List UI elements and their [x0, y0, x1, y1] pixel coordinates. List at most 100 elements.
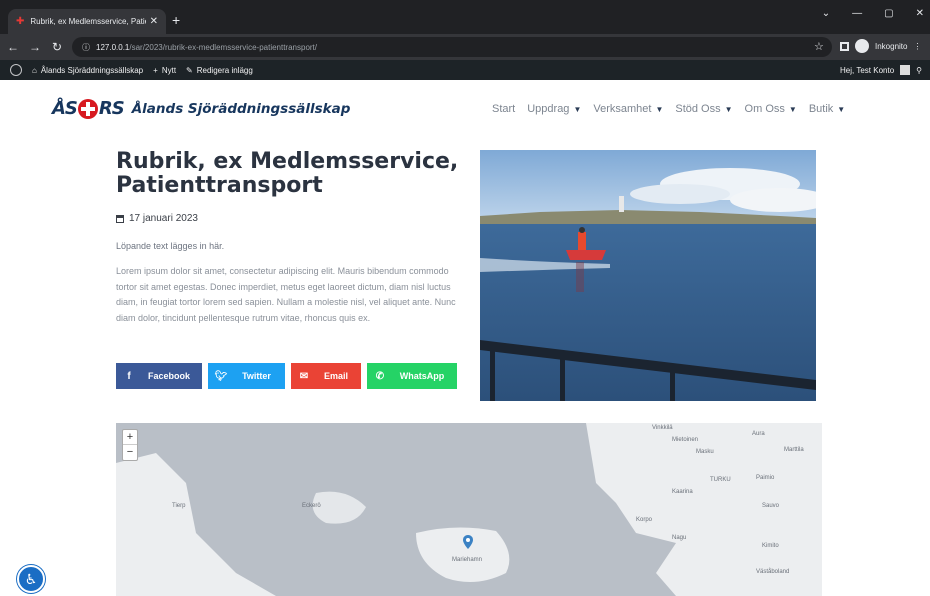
share-label: WhatsApp	[399, 371, 445, 381]
search-icon[interactable]: ⚲	[916, 66, 922, 75]
zoom-in-button[interactable]: +	[123, 430, 137, 445]
wp-site-name: Ålands Sjöräddningssällskap	[40, 65, 144, 75]
nav-item-stod-oss[interactable]: Stöd Oss ▼	[675, 103, 732, 115]
map-land	[116, 423, 822, 596]
browser-toolbar: ← → ↻ ⓘ 127.0.0.1/sar/2023/rubrik-ex-med…	[0, 34, 930, 60]
page-title: Rubrik, ex Medlemsservice, Patienttransp…	[116, 149, 459, 198]
calendar-icon	[116, 214, 124, 223]
rescue-boat-photo	[480, 150, 816, 401]
url-path: /sar/2023/rubrik-ex-medlemsservice-patie…	[129, 42, 318, 52]
nav-label: Om Oss	[744, 103, 785, 115]
nav-label: Uppdrag	[527, 103, 570, 115]
wp-site-item[interactable]: ⌂ Ålands Sjöräddningssällskap	[32, 66, 143, 75]
twitter-icon: 🐦︎	[214, 370, 228, 382]
nav-label: Stöd Oss	[675, 103, 721, 115]
accessibility-widget-button[interactable]: ♿︎	[17, 565, 45, 593]
logo-letters-right: RS	[98, 98, 125, 119]
accessibility-icon: ♿︎	[24, 571, 38, 587]
share-buttons: f Facebook 🐦︎ Twitter ✉ Email ✆ WhatsApp	[116, 363, 457, 389]
nav-label: Butik	[808, 103, 834, 115]
reload-icon[interactable]: ↻	[48, 40, 66, 54]
map-label: Väståboland	[756, 569, 790, 575]
incognito-icon	[855, 39, 869, 53]
share-facebook-button[interactable]: f Facebook	[116, 363, 202, 389]
map-zoom-control: + −	[122, 429, 138, 461]
site-logo[interactable]: ÅS RS Ålands Sjöräddningssällskap	[52, 98, 350, 119]
logo-site-name: Ålands Sjöräddningssällskap	[131, 100, 351, 117]
forward-icon[interactable]: →	[26, 40, 44, 54]
close-window-icon[interactable]: ✕	[916, 8, 924, 19]
red-cross-icon	[77, 98, 98, 119]
post-body: Lorem ipsum dolor sit amet, consectetur …	[116, 266, 456, 323]
nav-item-uppdrag[interactable]: Uppdrag ▼	[527, 103, 581, 115]
zoom-out-button[interactable]: −	[123, 445, 137, 460]
map-label: Korpo	[636, 517, 653, 523]
map[interactable]: + − Vinkkilä Mietoinen Aura Masku Martti…	[116, 423, 822, 596]
share-label: Email	[323, 371, 348, 381]
chevron-down-icon: ▼	[655, 104, 664, 114]
map-marker-icon[interactable]	[463, 535, 473, 549]
tab-title: Rubrik, ex Medlemsservice, Patie	[30, 17, 146, 26]
site-favicon-icon: ✚	[16, 16, 25, 27]
wp-edit-label: Redigera inlägg	[196, 65, 253, 75]
map-label: Tierp	[172, 503, 186, 509]
map-label: Nagu	[672, 535, 687, 541]
logo-letters-left: ÅS	[52, 98, 78, 119]
post-date: 17 januari 2023	[116, 213, 198, 224]
chevron-down-icon: ▼	[573, 104, 582, 114]
map-label: Sauvo	[762, 503, 780, 509]
share-email-button[interactable]: ✉ Email	[291, 363, 361, 389]
maximize-icon[interactable]: ▢	[884, 8, 893, 19]
nav-label: Verksamhet	[593, 103, 652, 115]
chevron-down-icon: ▼	[788, 104, 797, 114]
wordpress-icon	[10, 64, 22, 76]
address-bar[interactable]: ⓘ 127.0.0.1/sar/2023/rubrik-ex-medlemsse…	[72, 37, 832, 57]
whatsapp-icon: ✆	[375, 370, 385, 382]
nav-item-om-oss[interactable]: Om Oss ▼	[745, 103, 797, 115]
plus-icon: +	[153, 65, 158, 75]
post-lead: Löpande text lägges in här.	[116, 241, 225, 251]
tab-search-icon[interactable]: ⌄	[822, 8, 830, 19]
avatar	[900, 65, 911, 75]
nav-item-verksamhet[interactable]: Verksamhet ▼	[593, 103, 663, 115]
map-label: Kaarina	[672, 489, 693, 495]
new-tab-icon[interactable]: +	[172, 12, 180, 28]
wp-logo-item[interactable]	[10, 64, 22, 76]
map-label: TURKU	[710, 477, 731, 483]
nav-item-butik[interactable]: Butik ▼	[809, 103, 845, 115]
envelope-icon: ✉	[299, 370, 309, 382]
wp-admin-bar: ⌂ Ålands Sjöräddningssällskap + Nytt ✎ Redi…	[0, 60, 930, 80]
share-whatsapp-button[interactable]: ✆ WhatsApp	[367, 363, 457, 389]
wp-edit-item[interactable]: ✎ Redigera inlägg	[186, 66, 253, 75]
wp-new-item[interactable]: + Nytt	[153, 66, 176, 75]
main-nav: Start Uppdrag ▼ Verksamhet ▼ Stöd Oss ▼ Om …	[492, 103, 845, 115]
sidepanel-icon[interactable]	[840, 41, 849, 51]
pencil-icon: ✎	[186, 65, 193, 75]
wp-new-label: Nytt	[161, 65, 177, 75]
bookmark-star-icon[interactable]: ☆	[814, 40, 824, 53]
wp-account[interactable]: Hej, Test Konto ⚲	[840, 65, 922, 75]
facebook-icon: f	[127, 370, 131, 382]
wp-greeting: Hej, Test Konto	[840, 65, 895, 75]
window-controls: ⌄ — ▢ ✕	[822, 8, 924, 19]
browser-tab-bar: ✚ Rubrik, ex Medlemsservice, Patie ✕ + ⌄…	[0, 0, 930, 34]
menu-icon[interactable]: ⋮	[913, 42, 921, 51]
browser-tab[interactable]: ✚ Rubrik, ex Medlemsservice, Patie ✕	[8, 9, 166, 34]
map-label: Vinkkilä	[652, 425, 673, 431]
nav-item-start[interactable]: Start	[492, 103, 515, 115]
incognito-label[interactable]: Inkognito	[875, 42, 907, 51]
minimize-icon[interactable]: —	[852, 8, 862, 19]
url-host: 127.0.0.1	[96, 42, 130, 52]
share-twitter-button[interactable]: 🐦︎ Twitter	[208, 363, 285, 389]
nav-label: Start	[492, 103, 516, 115]
chevron-down-icon: ▼	[837, 104, 846, 114]
dashboard-icon: ⌂	[32, 65, 37, 75]
back-icon[interactable]: ←	[4, 40, 22, 54]
share-label: Twitter	[242, 371, 271, 381]
share-label: Facebook	[147, 371, 190, 381]
map-label: Marttila	[784, 447, 804, 453]
site-info-icon[interactable]: ⓘ	[82, 42, 90, 53]
map-label: Eckerö	[302, 503, 321, 509]
close-tab-icon[interactable]: ✕	[150, 16, 158, 27]
map-label: Aura	[752, 431, 765, 437]
